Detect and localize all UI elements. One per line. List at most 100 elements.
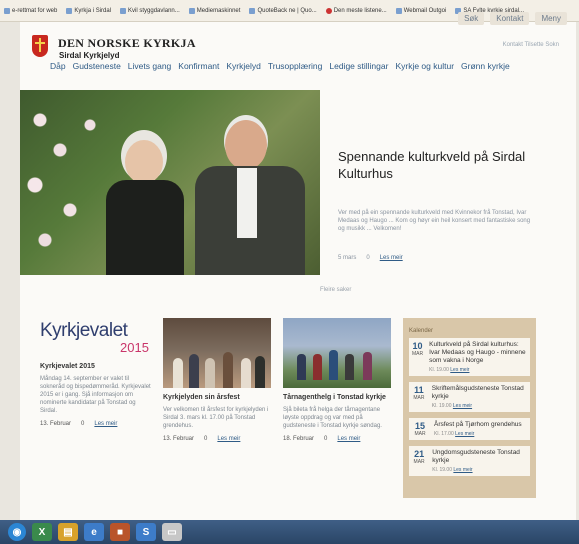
card-photo[interactable] [163,318,271,388]
hero-comments: 0 [366,255,370,261]
bookmark-item[interactable]: Mediemaskinnet [188,7,240,14]
nav-item-kyrkjelyd[interactable]: Kyrkjelyd [226,61,260,71]
kyrkjevalet-logo-year: 2015 [120,340,149,355]
kyrkjevalet-logo-word: Kyrkjevalet [40,320,128,341]
menu-button[interactable]: Meny [535,12,567,25]
hero-read-more-link[interactable]: Les meir [380,255,403,261]
event-read-more-link[interactable]: Les meir [450,367,469,373]
card-title[interactable]: Tårnagenthelg i Tonstad kyrkje [283,393,391,402]
skype-icon[interactable]: S [136,523,156,541]
bookmark-item[interactable]: Kyrkja i Sirdal [66,7,111,14]
news-card: Kyrkjevalet 2015 Måndag 14. september er… [40,362,152,427]
main-nav: Dåp Gudsteneste Livets gang Konfirmant K… [50,61,510,71]
nav-item-kyrkje-og-kultur[interactable]: Kyrkje og kultur [395,61,454,71]
org-subtitle: Sirdal Kyrkjelyd [59,51,120,60]
person-figure [100,140,190,275]
event-meta: Kl. 19.00 Les meir [431,403,473,409]
event-title[interactable]: Skriftemålsgudsteneste Tonstad kyrkje [432,385,527,401]
event-read-more-link[interactable]: Les meir [453,467,472,473]
event-date: 21 MAR [413,449,425,465]
page-tools: Søk Kontakt Meny [458,12,567,25]
kyrkjevalet-logo[interactable]: Kyrkjevalet 2015 [40,320,152,360]
heart-icon [325,7,332,14]
person-figure [195,120,305,275]
event-date: 15 MAR [414,421,426,437]
bookmark-item[interactable]: QuoteBack ne | Quo... [249,7,317,14]
search-button[interactable]: Søk [458,12,485,25]
page-icon [120,7,127,14]
card-title[interactable]: Kyrkjelyden sin årsfest [163,393,271,402]
nav-item-livets-gang[interactable]: Livets gang [128,61,171,71]
events-sidebar: Kalender 10 MAR Kulturkveld på Sirdal ku… [403,318,536,498]
bookmark-item[interactable]: Kvil styggdavlann... [120,7,180,14]
hero-body: Ver med på ein spennande kulturkveld med… [338,210,531,232]
os-taskbar: ◉ X ▤ e ■ S ▭ [0,520,579,544]
card-meta: 13. Februar 0 Les meir [163,436,271,442]
event-read-more-link[interactable]: Les meir [455,431,474,437]
bookmark-item[interactable]: e-rettmat for web [4,7,57,14]
hero-date: 5 mars [338,255,357,261]
nav-item-gudsteneste[interactable]: Gudsteneste [73,61,121,71]
card-comments: 0 [81,421,85,427]
event-meta: Kl. 19.00 Les meir [432,467,473,473]
hero-meta: 5 mars 0 Les meir [338,255,403,261]
bookmark-item[interactable]: Webmail Outgoi [395,7,446,14]
page-icon [249,7,256,14]
nav-item-trusopplaering[interactable]: Trusopplæring [268,61,323,71]
hero-title[interactable]: Spennande kulturkveld på Sirdal Kulturhu… [338,148,528,182]
hero-photo[interactable] [20,90,323,275]
event-item[interactable]: 15 MAR Årsfest på Tjørhom grendehus Kl. … [409,418,530,440]
org-title[interactable]: DEN NORSKE KYRKJA [58,36,196,51]
card-photo[interactable] [283,318,391,388]
nav-item-gronn-kyrkje[interactable]: Grønn kyrkje [461,61,510,71]
page-icon [395,7,402,14]
flowers-decoration [20,90,110,275]
card-comments: 0 [204,436,208,442]
event-title[interactable]: Kulturkveld på Sirdal kulturhus: Ivar Me… [429,341,527,365]
card-date: 13. Februar [40,421,72,427]
nav-item-dap[interactable]: Dåp [50,61,66,71]
page-icon [66,7,73,14]
card-read-more-link[interactable]: Les meir [217,436,240,442]
event-read-more-link[interactable]: Les meir [453,403,472,409]
card-comments: 0 [324,436,328,442]
news-card: Tårnagenthelg i Tonstad kyrkje Sjå bilet… [283,393,391,442]
card-meta: 18. Februar 0 Les meir [283,436,391,442]
card-read-more-link[interactable]: Les meir [337,436,360,442]
event-date: 11 MAR [413,385,425,401]
card-meta: 13. Februar 0 Les meir [40,421,152,427]
news-card: Kyrkjelyden sin årsfest Ver velkomen til… [163,393,271,442]
card-date: 18. Februar [283,436,315,442]
church-logo-icon[interactable] [32,35,48,57]
hero-text-panel [320,90,536,275]
card-read-more-link[interactable]: Les meir [94,421,117,427]
nav-item-konfirmant[interactable]: Konfirmant [178,61,219,71]
nav-item-ledige-stillingar[interactable]: Ledige stillingar [329,61,388,71]
contact-button[interactable]: Kontakt [490,12,530,25]
excel-icon[interactable]: X [32,523,52,541]
window-icon[interactable]: ▭ [162,523,182,541]
page-icon [4,7,10,14]
event-date: 10 MAR [412,341,424,357]
card-body: Ver velkomen til årsfest for kyrkjelyden… [163,407,269,429]
card-title[interactable]: Kyrkjevalet 2015 [40,362,152,371]
events-heading: Kalender [409,328,434,334]
card-body: Sjå bileta frå helga der tårnagentane lø… [283,407,382,429]
app-icon[interactable]: ■ [110,523,130,541]
browser-icon[interactable]: e [84,523,104,541]
event-meta: Kl. 17.00 Les meir [434,431,475,437]
utility-links[interactable]: Kontakt Tilsette Sokn [503,42,559,48]
folder-icon[interactable]: ▤ [58,523,78,541]
bookmark-item[interactable]: Den meste listene... [325,7,387,14]
event-item[interactable]: 10 MAR Kulturkveld på Sirdal kulturhus: … [409,338,530,376]
event-item[interactable]: 11 MAR Skriftemålsgudsteneste Tonstad ky… [409,382,530,412]
card-body: Måndag 14. september er valet til sokner… [40,376,151,414]
hero-pager[interactable]: Fleire saker [320,287,351,293]
event-title[interactable]: Årsfest på Tjørhom grendehus [434,421,522,429]
page-icon [188,7,195,14]
card-date: 13. Februar [163,436,195,442]
event-title[interactable]: Ungdomsgudsteneste Tonstad kyrkje [432,449,527,465]
event-meta: Kl. 19.00 Les meir [429,367,470,373]
start-button-icon[interactable]: ◉ [8,523,26,541]
event-item[interactable]: 21 MAR Ungdomsgudsteneste Tonstad kyrkje… [409,446,530,476]
